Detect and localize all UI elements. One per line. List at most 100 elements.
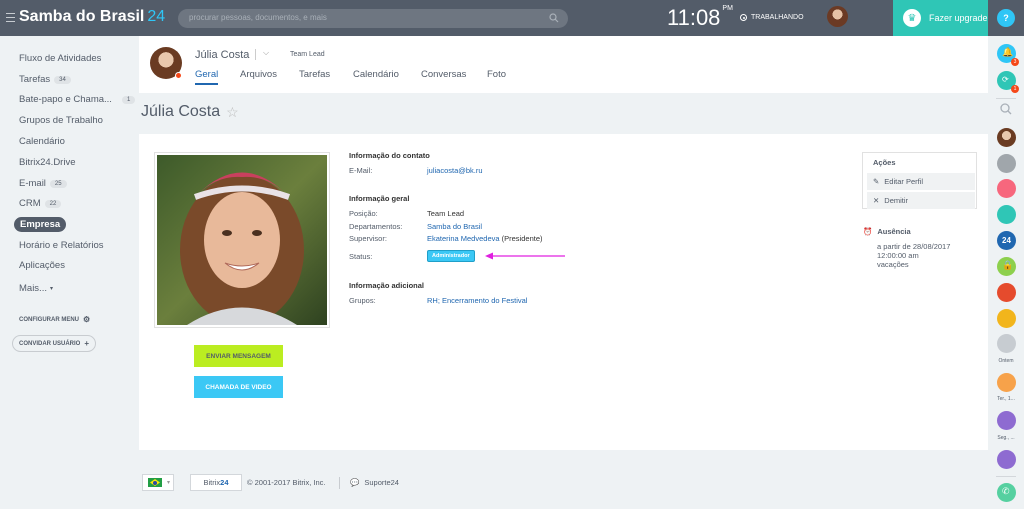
language-selector[interactable]: ▾ xyxy=(142,474,174,491)
contact-avatar[interactable] xyxy=(997,373,1016,392)
open-line-icon[interactable] xyxy=(997,205,1016,224)
supervisor-link[interactable]: Ekaterina Medvedeva xyxy=(427,234,500,243)
supervisor-label: Supervisor: xyxy=(349,234,387,243)
tab-calendar[interactable]: Calendário xyxy=(353,69,399,80)
departments-value: Samba do Brasil xyxy=(427,222,482,231)
caret-down-icon: ▾ xyxy=(49,286,53,292)
sidebar-item-calendar[interactable]: Calendário xyxy=(19,136,65,147)
sidebar-item-time-reports[interactable]: Horário e Relatórios xyxy=(19,240,103,251)
tab-files[interactable]: Arquivos xyxy=(240,69,277,80)
department-link[interactable]: Samba do Brasil xyxy=(427,222,482,231)
user-avatar[interactable] xyxy=(827,6,848,27)
top-bar: Samba do Brasil 24 procurar pessoas, docu… xyxy=(0,0,1024,36)
actions-heading: Ações xyxy=(873,158,896,167)
profile-header: Júlia Costa ⌵ Team Lead Geral Arquivos T… xyxy=(139,36,988,93)
search-icon[interactable] xyxy=(549,13,559,23)
groups-link[interactable]: RH; Encerramento do Festival xyxy=(427,296,527,305)
phone-icon[interactable]: ✆ xyxy=(997,483,1016,502)
tab-tasks[interactable]: Tarefas xyxy=(299,69,330,80)
group-chat-icon[interactable] xyxy=(997,283,1016,302)
announcement-icon[interactable] xyxy=(997,450,1016,469)
contact-avatar[interactable] xyxy=(997,334,1016,353)
dismiss-button[interactable]: ✕ Demitir xyxy=(867,192,975,209)
groups-label: Grupos: xyxy=(349,296,376,305)
star-icon[interactable]: ☆ xyxy=(226,104,239,121)
contact-avatar[interactable] xyxy=(997,154,1016,173)
absence-time: 12:00:00 am xyxy=(877,251,919,260)
chevron-down-icon[interactable]: ⌵ xyxy=(263,48,269,58)
status-label: Status: xyxy=(349,252,373,261)
actions-panel: Ações ✎ Editar Perfil ✕ Demitir xyxy=(862,152,977,209)
search-placeholder: procurar pessoas, documentos, e mais xyxy=(189,13,327,22)
sidebar-item-chat[interactable]: Bate-papo e Chama... 1 xyxy=(19,94,136,105)
divider xyxy=(339,477,340,489)
portal-logo[interactable]: Samba do Brasil 24 xyxy=(19,8,165,26)
right-bar: 🔔 3 ⟳ 1 24 🔒 Ontem Ter., 1... Seg., ... ✆ xyxy=(988,36,1024,509)
help-icon: ? xyxy=(997,9,1015,27)
contact-avatar[interactable] xyxy=(997,309,1016,328)
send-message-button[interactable]: ENVIAR MENSAGEM xyxy=(194,345,283,367)
sidebar-item-apps[interactable]: Aplicações xyxy=(19,260,65,271)
contact-heading: Informação do contato xyxy=(349,151,430,160)
video-call-button[interactable]: CHAMADA DE VIDEO xyxy=(194,376,283,398)
tab-conversations[interactable]: Conversas xyxy=(421,69,466,80)
sidebar-item-feed[interactable]: Fluxo de Atividades xyxy=(19,53,101,64)
chats-icon[interactable]: ⟳ 1 xyxy=(997,71,1019,93)
contact-avatar[interactable] xyxy=(997,128,1016,147)
sidebar-item-drive[interactable]: Bitrix24.Drive xyxy=(19,157,76,168)
notifications-icon[interactable]: 🔔 3 xyxy=(997,44,1019,66)
count-badge: 25 xyxy=(49,179,67,188)
search-input[interactable]: procurar pessoas, documentos, e mais xyxy=(178,9,568,28)
email-value: juliacosta@bk.ru xyxy=(427,166,483,175)
invite-user-button[interactable]: CONVIDAR USUÁRIO + xyxy=(12,335,96,352)
chat-icon: 💬 xyxy=(350,478,360,487)
search-icon[interactable] xyxy=(997,100,1016,119)
support-link[interactable]: 💬 Suporte24 xyxy=(350,478,399,487)
lock-icon[interactable]: 🔒 xyxy=(997,257,1016,276)
departments-label: Departamentos: xyxy=(349,222,403,231)
count-badge: 22 xyxy=(44,199,62,208)
sidebar-item-more[interactable]: Mais... ▾ xyxy=(19,283,53,294)
email-link[interactable]: juliacosta@bk.ru xyxy=(427,166,483,175)
app-24-icon[interactable]: 24 xyxy=(997,231,1016,250)
crown-icon: ♛ xyxy=(903,9,921,27)
work-status[interactable]: TRABALHANDO xyxy=(740,14,804,21)
sidebar-item-company[interactable]: Empresa xyxy=(14,217,67,232)
profile-photo-image xyxy=(157,155,327,325)
upgrade-button[interactable]: ♛ Fazer upgrade xyxy=(893,0,988,36)
absence-heading: ⏰ Ausência xyxy=(863,227,911,236)
absence-reason: vacações xyxy=(877,260,909,269)
edit-profile-button[interactable]: ✎ Editar Perfil xyxy=(867,173,975,190)
position-value: Team Lead xyxy=(427,209,465,218)
help-button[interactable]: ? xyxy=(988,0,1024,36)
user-icon[interactable] xyxy=(997,411,1016,430)
plus-icon: + xyxy=(84,339,89,348)
date-label: Ontem xyxy=(998,358,1014,364)
tab-general[interactable]: Geral xyxy=(195,69,219,85)
email-label: E-Mail: xyxy=(349,166,373,175)
supervisor-value: Ekaterina Medvedeva (Presidente) xyxy=(427,234,543,243)
bitrix24-logo[interactable]: Bitrix 24 xyxy=(190,474,242,491)
absence-from: a partir de 28/08/2017 xyxy=(877,242,951,251)
sidebar-item-crm[interactable]: CRM 22 xyxy=(19,198,62,209)
copyright: © 2001-2017 Bitrix, Inc. xyxy=(247,478,326,487)
brazil-flag-icon xyxy=(148,478,162,487)
additional-heading: Informação adicional xyxy=(349,281,425,290)
supervisor-role: (Presidente) xyxy=(501,234,543,243)
menu-icon[interactable] xyxy=(6,13,15,22)
left-sidebar: Fluxo de Atividades Tarefas 34 Bate-papo … xyxy=(0,36,136,509)
profile-card: ENVIAR MENSAGEM CHAMADA DE VIDEO Informa… xyxy=(139,134,988,450)
sidebar-item-email[interactable]: E-mail 25 xyxy=(19,178,67,189)
configure-menu-button[interactable]: CONFIGURAR MENU ⚙ xyxy=(19,315,90,324)
general-heading: Informação geral xyxy=(349,194,410,203)
offline-status-dot xyxy=(175,72,182,79)
profile-photo[interactable] xyxy=(154,152,330,328)
date-label: Seg., ... xyxy=(997,435,1015,441)
annotation-arrow-icon xyxy=(485,252,565,260)
sidebar-item-tasks[interactable]: Tarefas 34 xyxy=(19,74,71,85)
sidebar-item-workgroups[interactable]: Grupos de Trabalho xyxy=(19,115,103,126)
tab-photo[interactable]: Foto xyxy=(487,69,506,80)
divider xyxy=(996,98,1016,99)
announcement-icon[interactable] xyxy=(997,179,1016,198)
page-title: Júlia Costa ☆ xyxy=(141,103,239,121)
